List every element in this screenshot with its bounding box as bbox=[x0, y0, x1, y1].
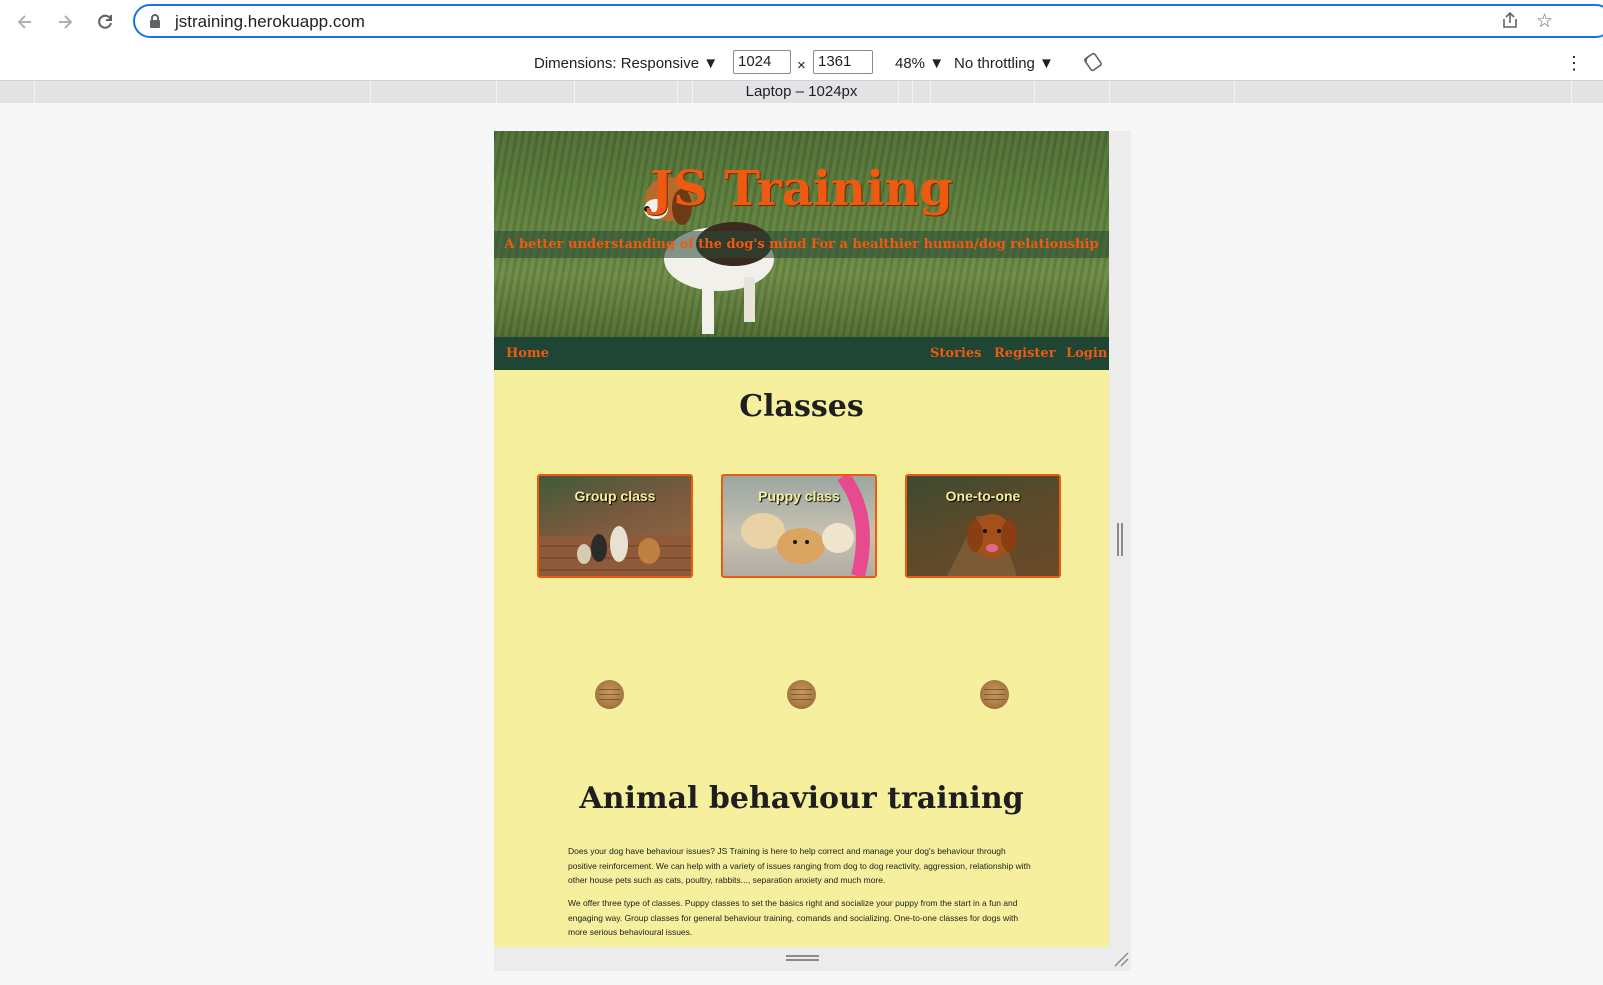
dog-bowl-icon bbox=[787, 680, 816, 709]
group-class-caption: Group class bbox=[574, 488, 656, 504]
device-viewport: JS Training A better understanding of th… bbox=[494, 131, 1109, 947]
one-to-one-card[interactable]: One-to-one bbox=[905, 474, 1061, 578]
media-query-label: Laptop – 1024px bbox=[745, 83, 858, 100]
classes-heading: Classes bbox=[739, 389, 864, 424]
reload-icon[interactable] bbox=[94, 12, 116, 34]
device-toolbar: Dimensions: Responsive ▼ 1024 × 1361 48%… bbox=[0, 47, 1603, 81]
site-nav: Home Stories Register Login bbox=[494, 337, 1109, 370]
more-options-icon[interactable]: ⋮ bbox=[1565, 53, 1583, 74]
nav-stories[interactable]: Stories bbox=[930, 346, 981, 361]
resize-corner-icon[interactable] bbox=[1113, 951, 1129, 967]
share-icon[interactable] bbox=[1501, 11, 1519, 34]
group-class-card[interactable]: Group class bbox=[537, 474, 693, 578]
zoom-dropdown[interactable]: 48% ▼ bbox=[895, 55, 944, 72]
resize-handle-right[interactable] bbox=[1117, 523, 1123, 556]
url-text[interactable]: jstraining.herokuapp.com bbox=[175, 12, 365, 32]
resize-handle-bottom[interactable] bbox=[786, 955, 819, 961]
media-query-bar[interactable]: Laptop – 1024px bbox=[0, 81, 1603, 103]
behaviour-paragraph-2: We offer three type of classes. Puppy cl… bbox=[568, 898, 1019, 937]
throttling-dropdown[interactable]: No throttling ▼ bbox=[954, 55, 1054, 72]
dog-bowl-icon bbox=[595, 680, 624, 709]
site-tagline: A better understanding of the dog's mind… bbox=[504, 237, 1099, 252]
bookmark-star-icon[interactable]: ☆ bbox=[1536, 10, 1553, 33]
site-title: JS Training bbox=[650, 161, 953, 217]
behaviour-heading: Animal behaviour training bbox=[579, 781, 1024, 816]
behaviour-paragraph-1: Does your dog have behaviour issues? JS … bbox=[568, 846, 1031, 885]
rotate-icon[interactable] bbox=[1083, 52, 1103, 76]
address-bar[interactable]: jstraining.herokuapp.com ☆ bbox=[133, 4, 1603, 38]
height-input[interactable]: 1361 bbox=[813, 50, 873, 74]
hero-banner: JS Training A better understanding of th… bbox=[494, 131, 1109, 337]
lock-icon[interactable] bbox=[149, 14, 161, 28]
nav-login[interactable]: Login bbox=[1066, 346, 1107, 361]
back-arrow-icon[interactable] bbox=[14, 12, 36, 34]
one-to-one-caption: One-to-one bbox=[945, 488, 1021, 504]
nav-home[interactable]: Home bbox=[506, 346, 549, 361]
puppy-class-caption: Puppy class bbox=[758, 488, 840, 504]
times-sign: × bbox=[797, 57, 806, 74]
forward-arrow-icon[interactable] bbox=[54, 12, 76, 34]
nav-register[interactable]: Register bbox=[994, 346, 1056, 361]
width-input[interactable]: 1024 bbox=[733, 50, 791, 74]
browser-toolbar: jstraining.herokuapp.com ☆ bbox=[0, 0, 1603, 47]
dog-bowl-icon bbox=[980, 680, 1009, 709]
dimensions-dropdown[interactable]: Dimensions: Responsive ▼ bbox=[534, 55, 718, 72]
puppy-class-card[interactable]: Puppy class bbox=[721, 474, 877, 578]
